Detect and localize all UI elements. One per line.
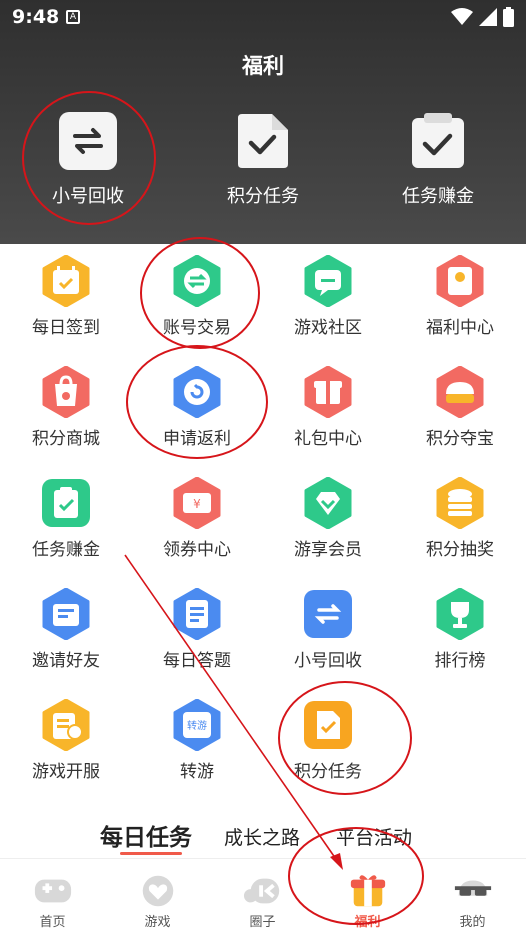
tab-platform-events[interactable]: 平台活动: [336, 823, 412, 850]
grid-item[interactable]: ¥ 领券中心: [137, 477, 257, 560]
signal-icon: [479, 8, 497, 26]
grid-item[interactable]: 游戏开服: [6, 699, 126, 782]
diamond-icon: [302, 477, 354, 529]
battery-icon: [503, 7, 514, 27]
swap-circle-icon: [171, 255, 223, 307]
grid-item[interactable]: 积分商城: [6, 366, 126, 449]
grid-item[interactable]: 游享会员: [268, 477, 388, 560]
notes-icon: [171, 588, 223, 640]
chat-bubble-icon: [302, 255, 354, 307]
community-icon: [243, 873, 283, 909]
grid-item-label: 积分商城: [32, 429, 100, 449]
nav-games[interactable]: 游戏: [105, 859, 210, 936]
top-item-label: 积分任务: [227, 186, 299, 207]
nav-label: 游戏: [144, 915, 171, 930]
grid-item[interactable]: 任务赚金: [6, 477, 126, 560]
refresh-circle-icon: [171, 366, 223, 418]
grid-item[interactable]: 游戏社区: [268, 255, 388, 338]
grid-item-label: 邀请好友: [32, 651, 100, 671]
calendar-check-icon: [40, 255, 92, 307]
grid-item-label: 游享会员: [294, 540, 362, 560]
grid-item-label: 游戏社区: [294, 318, 362, 338]
tab-daily-tasks[interactable]: 每日任务: [100, 818, 192, 852]
grid-item[interactable]: 积分任务: [268, 699, 388, 782]
grid-item-label: 积分夺宝: [426, 429, 494, 449]
gift-box-icon: [348, 873, 388, 909]
nav-label: 福利: [354, 915, 381, 930]
treasure-icon: [434, 366, 486, 418]
grid-item-label: 积分任务: [294, 762, 362, 782]
nav-label: 我的: [459, 915, 486, 930]
page-title: 福利: [242, 54, 284, 78]
svg-text:转游: 转游: [187, 719, 207, 732]
heart-controller-icon: [138, 873, 178, 909]
svg-text:¥: ¥: [193, 497, 201, 511]
grid-item[interactable]: 积分夺宝: [400, 366, 520, 449]
bottom-navigation: 首页 游戏 圈子 福利 我的: [0, 858, 526, 936]
welfare-header: 9:48 A 福利 小号回收 积分任务 任务赚金: [0, 0, 526, 244]
status-time: 9:48: [12, 6, 60, 28]
wifi-icon: [451, 8, 473, 25]
gamepad-icon: [33, 873, 73, 909]
sunglasses-face-icon: [453, 873, 493, 909]
notification-a-icon: A: [66, 10, 80, 24]
grid-item[interactable]: 账号交易: [137, 255, 257, 338]
nav-label: 首页: [39, 915, 66, 930]
grid-item-label: 每日答题: [163, 651, 231, 671]
grid-item-label: 积分抽奖: [426, 540, 494, 560]
grid-item[interactable]: 福利中心: [400, 255, 520, 338]
grid-item[interactable]: 邀请好友: [6, 588, 126, 671]
grid-item[interactable]: 小号回收: [268, 588, 388, 671]
clipboard-check-icon: [409, 112, 467, 170]
shopping-bag-icon: [40, 366, 92, 418]
tab-growth-path[interactable]: 成长之路: [224, 823, 300, 850]
top-item-task-earn[interactable]: 任务赚金: [383, 112, 493, 208]
red-envelope-icon: [434, 255, 486, 307]
grid-item-label: 申请返利: [163, 429, 231, 449]
grid-item[interactable]: 每日答题: [137, 588, 257, 671]
grid-item-label: 任务赚金: [32, 540, 100, 560]
grid-item-label: 领券中心: [163, 540, 231, 560]
top-item-label: 小号回收: [52, 186, 124, 207]
nav-label: 圈子: [249, 915, 276, 930]
clipboard-check-icon: [40, 477, 92, 529]
nav-mine[interactable]: 我的: [420, 859, 525, 936]
gift-icon: [302, 366, 354, 418]
coupon-icon: ¥: [171, 477, 223, 529]
grid-item[interactable]: 转游 转游: [137, 699, 257, 782]
grid-item[interactable]: 每日签到: [6, 255, 126, 338]
grid-item-label: 每日签到: [32, 318, 100, 338]
transfer-game-icon: 转游: [171, 699, 223, 751]
trophy-icon: [434, 588, 486, 640]
nav-community[interactable]: 圈子: [210, 859, 315, 936]
swap-arrows-icon: [302, 588, 354, 640]
top-item-account-recycle[interactable]: 小号回收: [33, 112, 143, 208]
swap-arrows-icon: [59, 112, 117, 170]
grid-item-label: 转游: [180, 762, 214, 782]
mail-icon: [40, 588, 92, 640]
document-check-icon: [234, 112, 292, 170]
document-check-icon: [302, 699, 354, 751]
grid-item-label: 游戏开服: [32, 762, 100, 782]
grid-item-label: 排行榜: [434, 651, 486, 671]
top-item-label: 任务赚金: [402, 186, 474, 207]
top-item-points-task[interactable]: 积分任务: [208, 112, 318, 208]
active-tab-indicator: [120, 852, 182, 855]
coin-stack-icon: [434, 477, 486, 529]
grid-item-label: 礼包中心: [294, 429, 362, 449]
nav-home[interactable]: 首页: [0, 859, 105, 936]
status-icons: [451, 7, 514, 27]
grid-item[interactable]: 积分抽奖: [400, 477, 520, 560]
grid-item-label: 账号交易: [163, 318, 231, 338]
grid-item[interactable]: 排行榜: [400, 588, 520, 671]
grid-item[interactable]: 礼包中心: [268, 366, 388, 449]
nav-welfare[interactable]: 福利: [315, 859, 420, 936]
grid-item[interactable]: 申请返利: [137, 366, 257, 449]
grid-item-label: 福利中心: [426, 318, 494, 338]
status-bar: 9:48 A: [0, 0, 526, 36]
grid-item-label: 小号回收: [294, 651, 362, 671]
server-clock-icon: [40, 699, 92, 751]
